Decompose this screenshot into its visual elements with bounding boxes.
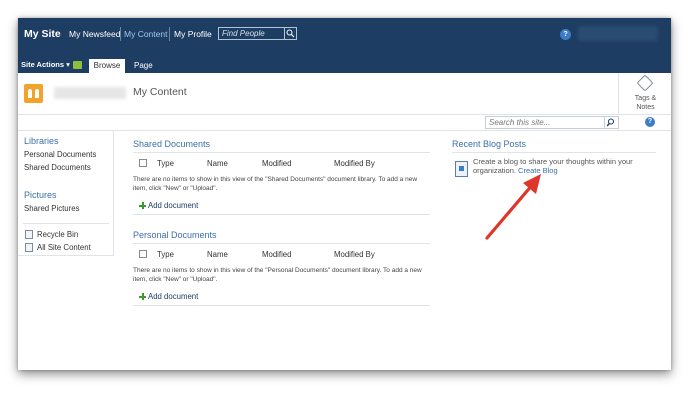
empty-list-message: There are no items to show in this view … bbox=[133, 267, 422, 283]
libraries-heading[interactable]: Libraries bbox=[24, 136, 59, 146]
site-search-row: Search this site... ? bbox=[18, 115, 671, 131]
nav-divider bbox=[169, 27, 170, 41]
section-divider bbox=[452, 152, 656, 153]
annotation-arrow bbox=[485, 174, 541, 240]
find-people-placeholder: Find People bbox=[222, 29, 265, 38]
site-actions-menu[interactable]: Site Actions ▾ bbox=[21, 60, 70, 69]
select-all-checkbox[interactable] bbox=[139, 159, 147, 167]
top-bar: My Site My Newsfeed My Content My Profil… bbox=[18, 18, 671, 73]
blog-icon bbox=[455, 161, 468, 177]
find-people-search-button[interactable] bbox=[284, 28, 296, 39]
column-name[interactable]: Name bbox=[207, 250, 228, 259]
all-site-content-icon bbox=[25, 243, 33, 252]
column-modified[interactable]: Modified bbox=[262, 250, 291, 259]
shared-documents-title[interactable]: Shared Documents bbox=[133, 139, 210, 149]
nav-recycle-bin[interactable]: Recycle Bin bbox=[37, 230, 78, 239]
search-site-input[interactable]: Search this site... bbox=[485, 116, 619, 129]
select-all-checkbox[interactable] bbox=[139, 250, 147, 258]
column-modified[interactable]: Modified bbox=[262, 159, 291, 168]
help-icon[interactable]: ? bbox=[560, 29, 571, 40]
column-modified-by[interactable]: Modified By bbox=[334, 250, 375, 259]
add-icon bbox=[139, 293, 146, 300]
section-divider bbox=[133, 214, 430, 215]
pictures-heading[interactable]: Pictures bbox=[24, 190, 57, 200]
screenshot-frame: My Site My Newsfeed My Content My Profil… bbox=[18, 18, 671, 370]
recent-blog-posts-title: Recent Blog Posts bbox=[452, 139, 527, 149]
recycle-bin-icon bbox=[25, 230, 33, 239]
add-document-link[interactable]: Add document bbox=[148, 201, 198, 210]
site-logo-icon[interactable] bbox=[24, 84, 43, 103]
nav-divider bbox=[23, 223, 109, 224]
tag-icon bbox=[636, 74, 654, 92]
nav-all-site-content[interactable]: All Site Content bbox=[37, 243, 91, 252]
search-site-button[interactable] bbox=[604, 117, 618, 128]
column-type[interactable]: Type bbox=[157, 159, 174, 168]
nav-shared-documents[interactable]: Shared Documents bbox=[24, 163, 91, 172]
tags-notes-label: Tags & Notes bbox=[634, 95, 657, 111]
search-icon bbox=[606, 118, 615, 127]
add-document-link[interactable]: Add document bbox=[148, 292, 198, 301]
site-title-link[interactable]: My Site bbox=[24, 28, 61, 40]
empty-list-message: There are no items to show in this view … bbox=[133, 176, 418, 192]
page-header: My Content Tags & Notes bbox=[18, 73, 671, 115]
help-icon[interactable]: ? bbox=[645, 117, 655, 127]
site-name[interactable] bbox=[54, 87, 126, 99]
personal-documents-title[interactable]: Personal Documents bbox=[133, 230, 217, 240]
tags-notes-button[interactable]: Tags & Notes bbox=[618, 73, 671, 115]
section-divider bbox=[133, 243, 430, 244]
column-name[interactable]: Name bbox=[207, 159, 228, 168]
tab-page[interactable]: Page bbox=[134, 61, 153, 70]
tab-browse[interactable]: Browse bbox=[89, 59, 125, 73]
nav-shared-pictures[interactable]: Shared Pictures bbox=[24, 204, 79, 213]
find-people-input[interactable]: Find People bbox=[218, 27, 297, 40]
page-title: My Content bbox=[133, 86, 187, 98]
section-divider bbox=[133, 305, 430, 306]
search-site-placeholder: Search this site... bbox=[489, 118, 551, 127]
section-divider bbox=[133, 152, 430, 153]
nav-personal-documents[interactable]: Personal Documents bbox=[24, 150, 96, 159]
my-profile-link[interactable]: My Profile bbox=[174, 29, 212, 39]
quick-launch: Libraries Personal Documents Shared Docu… bbox=[18, 131, 114, 256]
search-icon bbox=[286, 29, 295, 38]
column-modified-by[interactable]: Modified By bbox=[334, 159, 375, 168]
column-type[interactable]: Type bbox=[157, 250, 174, 259]
my-content-link[interactable]: My Content bbox=[124, 29, 167, 39]
my-newsfeed-link[interactable]: My Newsfeed bbox=[69, 29, 121, 39]
ribbon-tabs: Site Actions ▾ Browse Page bbox=[18, 58, 671, 73]
add-icon bbox=[139, 202, 146, 209]
user-menu[interactable] bbox=[578, 26, 658, 41]
nav-divider bbox=[120, 27, 121, 41]
navigate-up-icon[interactable] bbox=[73, 61, 82, 69]
